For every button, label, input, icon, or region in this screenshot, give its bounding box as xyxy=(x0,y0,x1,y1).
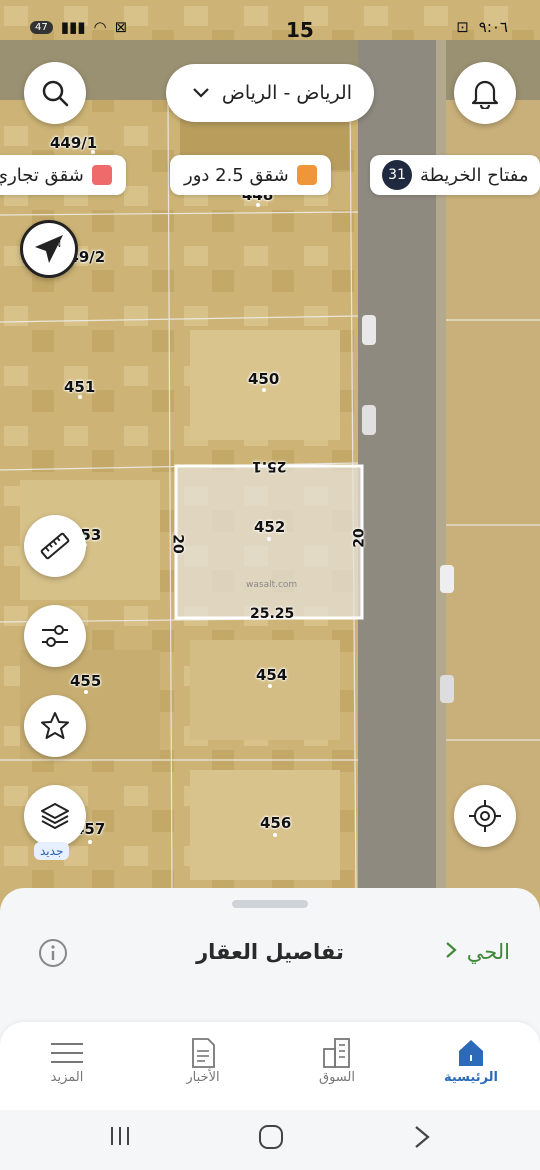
city-select-label: الرياض - الرياض xyxy=(221,82,352,104)
bottom-tab-bar: المزيد الأخبار السوق الرئيسية xyxy=(0,1022,540,1110)
parcel-label-454[interactable]: 454 xyxy=(256,666,287,684)
back-chevron-icon xyxy=(415,1126,430,1148)
compass-icon: N xyxy=(35,235,63,263)
tab-news-label: الأخبار xyxy=(186,1070,220,1085)
dimension-top: 25.1 xyxy=(252,458,287,474)
search-icon xyxy=(42,80,69,107)
clock-time: ٩:٠٦ xyxy=(478,18,508,36)
parcel-label-452[interactable]: 452 xyxy=(254,518,285,536)
sheet-drag-handle[interactable] xyxy=(232,900,308,908)
home-system-button[interactable] xyxy=(258,1124,284,1154)
my-location-button[interactable] xyxy=(454,785,516,847)
tab-home[interactable]: الرئيسية xyxy=(416,1036,526,1085)
screen-record-icon: ⊡ xyxy=(456,18,469,36)
layers-button[interactable] xyxy=(24,785,86,847)
legend-swatch-red xyxy=(91,165,112,185)
city-select[interactable]: الرياض - الرياض xyxy=(166,64,374,122)
newspaper-icon xyxy=(148,1036,258,1070)
home-circle-icon xyxy=(259,1125,283,1149)
dimension-bottom: 25.25 xyxy=(250,606,295,622)
legend-item-commercial[interactable]: شقق تجاري xyxy=(0,155,126,195)
parcel-label-455[interactable]: 455 xyxy=(70,672,101,690)
tab-more-label: المزيد xyxy=(50,1070,84,1085)
tab-more[interactable]: المزيد xyxy=(12,1036,122,1085)
watermark: wasalt.com xyxy=(246,580,298,590)
compass-button[interactable]: N xyxy=(20,220,78,278)
battery-indicator: 47 xyxy=(30,20,53,34)
legend-item-1-label: شقق 2.5 دور xyxy=(184,164,289,186)
dimension-right: 20 xyxy=(351,528,368,548)
layers-icon xyxy=(41,803,69,829)
new-badge: جديد xyxy=(34,842,70,860)
legend-item-2-label: شقق تجاري xyxy=(0,164,84,186)
status-icons-left: 47 ▮▮▮ ◠ ⊠ xyxy=(30,18,127,36)
crosshair-icon xyxy=(469,800,501,832)
svg-text:N: N xyxy=(55,240,61,249)
chevron-down-icon xyxy=(192,82,210,104)
bell-icon xyxy=(471,80,499,109)
recent-apps-icon xyxy=(111,1127,129,1145)
legend-swatch-orange xyxy=(296,165,317,185)
notifications-button[interactable] xyxy=(454,62,516,124)
buildings-icon xyxy=(282,1036,392,1070)
tab-news[interactable]: الأخبار xyxy=(148,1036,258,1085)
wifi-icon: ◠ xyxy=(93,18,107,36)
home-icon xyxy=(416,1036,526,1070)
parcel-label-456[interactable]: 456 xyxy=(260,814,291,832)
filters-button[interactable] xyxy=(24,605,86,667)
status-center-number: 15 xyxy=(286,18,314,42)
map-view[interactable]: 449/1 448 449/2 451 450 452 453 454 455 … xyxy=(0,0,540,890)
parcel-label-450[interactable]: 450 xyxy=(248,370,279,388)
back-system-button[interactable] xyxy=(412,1124,432,1154)
map-key-count: 31 xyxy=(382,160,412,190)
parcel-label-449-1[interactable]: 449/1 xyxy=(50,134,97,152)
dimension-left: 20 xyxy=(169,534,186,554)
system-navigation-bar xyxy=(0,1110,540,1170)
tab-market[interactable]: السوق xyxy=(282,1036,392,1085)
sliders-icon xyxy=(42,625,68,647)
tab-home-label: الرئيسية xyxy=(443,1070,499,1085)
status-icons-right: ⊡ ٩:٠٦ xyxy=(456,18,508,36)
signal-icon: ▮▮▮ xyxy=(60,18,86,36)
measure-button[interactable] xyxy=(24,515,86,577)
map-key-button[interactable]: مفتاح الخريطة 31 xyxy=(370,155,540,195)
chevron-right-icon xyxy=(445,940,457,964)
recent-apps-button[interactable] xyxy=(108,1124,132,1152)
legend-item-apartments-2-5[interactable]: شقق 2.5 دور xyxy=(170,155,331,195)
parcel-label-451[interactable]: 451 xyxy=(64,378,95,396)
district-link-label: الحي xyxy=(466,940,510,964)
map-key-label: مفتاح الخريطة xyxy=(420,164,529,186)
district-link[interactable]: الحي xyxy=(445,940,510,964)
status-bar: 47 ▮▮▮ ◠ ⊠ 15 ⊡ ٩:٠٦ xyxy=(0,0,540,58)
search-button[interactable] xyxy=(24,62,86,124)
tab-market-label: السوق xyxy=(319,1070,355,1085)
no-sim-icon: ⊠ xyxy=(114,18,128,36)
menu-icon xyxy=(12,1036,122,1070)
ruler-icon xyxy=(40,532,70,560)
favorites-button[interactable] xyxy=(24,695,86,757)
star-icon xyxy=(41,712,69,739)
